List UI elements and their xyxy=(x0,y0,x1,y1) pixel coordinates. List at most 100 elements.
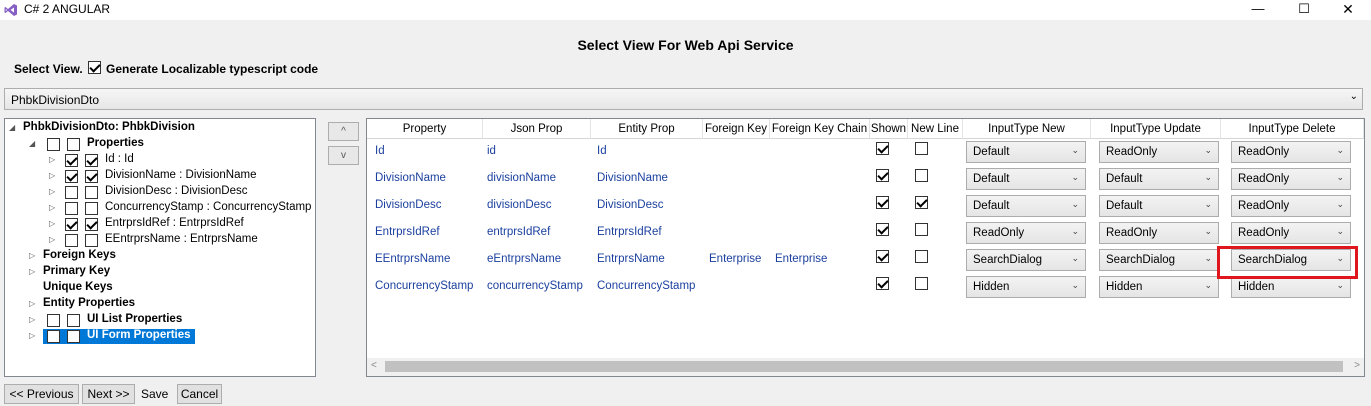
new-line-checkbox[interactable] xyxy=(915,250,928,263)
column-header-foreign-key[interactable]: Foreign Key xyxy=(703,119,770,139)
chevron-down-icon: ⌄ xyxy=(1071,226,1079,236)
new-line-checkbox[interactable] xyxy=(915,196,928,209)
inputtype-delete-select[interactable]: Hidden ⌄ xyxy=(1231,276,1351,298)
expand-arrow-icon[interactable]: ▷ xyxy=(49,155,59,164)
inputtype-new-select[interactable]: SearchDialog ⌄ xyxy=(966,249,1086,271)
minimize-button[interactable]: — xyxy=(1235,0,1281,20)
inputtype-delete-select[interactable]: ReadOnly ⌄ xyxy=(1231,141,1351,163)
inputtype-delete-select[interactable]: ReadOnly ⌄ xyxy=(1231,195,1351,217)
expand-arrow-icon[interactable]: ▷ xyxy=(29,331,39,340)
tree-checkbox[interactable] xyxy=(85,234,98,247)
inputtype-update-select[interactable]: Hidden ⌄ xyxy=(1099,276,1219,298)
cell-json-prop: concurrencyStamp xyxy=(487,280,583,292)
inputtype-new-select[interactable]: Hidden ⌄ xyxy=(966,276,1086,298)
tree-checkbox[interactable] xyxy=(47,330,60,343)
tree-checkbox[interactable] xyxy=(65,218,78,231)
column-header-inputtype-update[interactable]: InputType Update xyxy=(1091,119,1221,139)
inputtype-update-select[interactable]: SearchDialog ⌄ xyxy=(1099,249,1219,271)
generate-localizable-label[interactable]: Generate Localizable typescript code xyxy=(106,62,318,76)
expand-arrow-icon[interactable]: ▷ xyxy=(29,299,39,308)
inputtype-update-select[interactable]: ReadOnly ⌄ xyxy=(1099,222,1219,244)
tree-checkbox[interactable] xyxy=(67,138,80,151)
visual-studio-icon xyxy=(4,4,17,16)
tree-checkbox[interactable] xyxy=(47,138,60,151)
column-header-entity-prop[interactable]: Entity Prop xyxy=(591,119,703,139)
inputtype-new-select[interactable]: ReadOnly ⌄ xyxy=(966,222,1086,244)
expand-arrow-icon[interactable]: ▷ xyxy=(49,235,59,244)
tree-checkbox[interactable] xyxy=(65,186,78,199)
shown-checkbox[interactable] xyxy=(876,223,889,236)
tree-checkbox[interactable] xyxy=(67,330,80,343)
tree-item-label: EEntrprsName : EntrprsName xyxy=(105,233,258,245)
tree-checkbox[interactable] xyxy=(67,314,80,327)
column-header-new-line[interactable]: New Line xyxy=(908,119,963,139)
tree-checkbox[interactable] xyxy=(65,234,78,247)
shown-checkbox[interactable] xyxy=(876,196,889,209)
cell-foreign-key-chain: Enterprise xyxy=(775,253,828,265)
tree-checkbox[interactable] xyxy=(65,170,78,183)
tree-item-label: ConcurrencyStamp : ConcurrencyStamp xyxy=(105,201,312,213)
scroll-left-icon[interactable]: < xyxy=(371,360,377,371)
inputtype-delete-select[interactable]: ReadOnly ⌄ xyxy=(1231,222,1351,244)
column-header-inputtype-delete[interactable]: InputType Delete xyxy=(1221,119,1364,139)
move-up-button[interactable]: ^ xyxy=(328,122,359,141)
tree-checkbox[interactable] xyxy=(85,202,98,215)
chevron-down-icon: ⌄ xyxy=(1349,91,1358,102)
shown-checkbox[interactable] xyxy=(876,142,889,155)
tree-checkbox[interactable] xyxy=(85,170,98,183)
tree-node-label: Foreign Keys xyxy=(43,249,116,261)
tree-checkbox[interactable] xyxy=(65,154,78,167)
properties-grid[interactable]: Property Json Prop Entity Prop Foreign K… xyxy=(366,118,1365,377)
expand-arrow-icon[interactable]: ▷ xyxy=(29,251,39,260)
new-line-checkbox[interactable] xyxy=(915,169,928,182)
tree-item-label: DivisionDesc : DivisionDesc xyxy=(105,185,248,197)
tree-checkbox[interactable] xyxy=(85,154,98,167)
expand-arrow-icon[interactable]: ▷ xyxy=(49,187,59,196)
column-header-json-prop[interactable]: Json Prop xyxy=(483,119,591,139)
new-line-checkbox[interactable] xyxy=(915,277,928,290)
inputtype-new-select[interactable]: Default ⌄ xyxy=(966,141,1086,163)
collapse-arrow-icon[interactable]: ◢ xyxy=(9,123,19,132)
shown-checkbox[interactable] xyxy=(876,277,889,290)
expand-arrow-icon[interactable]: ▷ xyxy=(49,203,59,212)
column-header-foreign-key-chain[interactable]: Foreign Key Chain xyxy=(770,119,870,139)
shown-checkbox[interactable] xyxy=(876,250,889,263)
view-select-dropdown[interactable]: PhbkDivisionDto ⌄ xyxy=(4,88,1363,110)
move-down-button[interactable]: v xyxy=(328,146,359,165)
column-header-property[interactable]: Property xyxy=(367,119,483,139)
expand-arrow-icon[interactable]: ▷ xyxy=(29,267,39,276)
inputtype-new-select[interactable]: Default ⌄ xyxy=(966,168,1086,190)
shown-checkbox[interactable] xyxy=(876,169,889,182)
save-button[interactable]: Save xyxy=(141,387,168,401)
tree-checkbox[interactable] xyxy=(47,314,60,327)
horizontal-scrollbar[interactable]: < > xyxy=(367,358,1364,376)
select-value: ReadOnly xyxy=(1238,227,1290,239)
inputtype-new-select[interactable]: Default ⌄ xyxy=(966,195,1086,217)
cancel-button[interactable]: Cancel xyxy=(177,384,222,404)
inputtype-update-select[interactable]: Default ⌄ xyxy=(1099,195,1219,217)
properties-tree[interactable]: ◢ PhbkDivisionDto: PhbkDivision ◢ Proper… xyxy=(4,118,316,377)
column-header-shown[interactable]: Shown xyxy=(870,119,908,139)
new-line-checkbox[interactable] xyxy=(915,223,928,236)
inputtype-update-select[interactable]: Default ⌄ xyxy=(1099,168,1219,190)
close-button[interactable]: ✕ xyxy=(1325,0,1371,20)
maximize-button[interactable]: ☐ xyxy=(1281,0,1327,20)
scrollbar-thumb[interactable] xyxy=(385,361,1343,372)
collapse-arrow-icon[interactable]: ◢ xyxy=(29,139,39,148)
previous-button[interactable]: << Previous xyxy=(4,384,79,404)
chevron-down-icon: ⌄ xyxy=(1204,253,1212,263)
next-button[interactable]: Next >> xyxy=(82,384,135,404)
generate-localizable-checkbox[interactable] xyxy=(88,61,101,74)
tree-checkbox[interactable] xyxy=(85,218,98,231)
tree-checkbox[interactable] xyxy=(65,202,78,215)
tree-checkbox[interactable] xyxy=(85,186,98,199)
new-line-checkbox[interactable] xyxy=(915,142,928,155)
expand-arrow-icon[interactable]: ▷ xyxy=(49,219,59,228)
inputtype-update-select[interactable]: ReadOnly ⌄ xyxy=(1099,141,1219,163)
inputtype-delete-select[interactable]: ReadOnly ⌄ xyxy=(1231,168,1351,190)
column-header-inputtype-new[interactable]: InputType New xyxy=(963,119,1091,139)
expand-arrow-icon[interactable]: ▷ xyxy=(29,315,39,324)
expand-arrow-icon[interactable]: ▷ xyxy=(49,171,59,180)
select-value: Default xyxy=(973,173,1010,185)
scroll-right-icon[interactable]: > xyxy=(1354,360,1360,371)
